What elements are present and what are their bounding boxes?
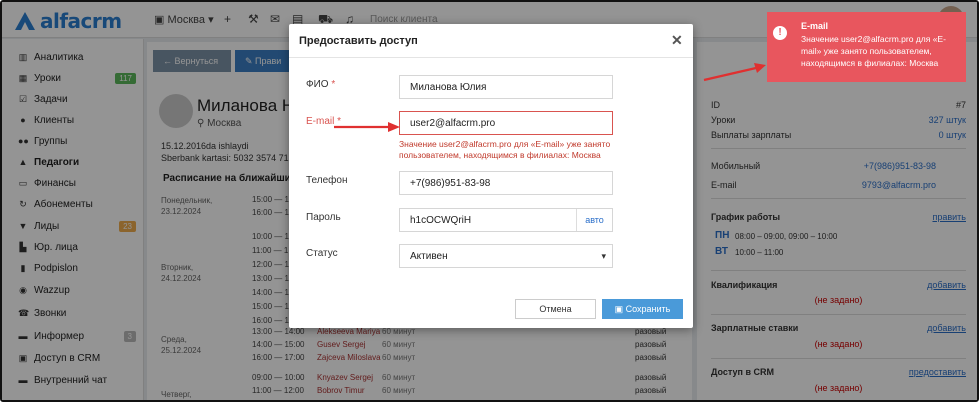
label-text: E-mail [306,116,335,127]
alert-icon: ! [773,26,787,40]
fio-input[interactable]: Миланова Юлия [399,75,613,99]
annotation-arrow-icon [334,122,400,132]
phone-label: Телефон [306,175,348,186]
label-text: ФИО [306,79,329,90]
password-value: h1cOCWQriH [410,214,472,226]
status-select[interactable]: Активен ▾ [399,244,613,268]
toast-title: E-mail [801,21,829,31]
password-label: Пароль [306,212,341,223]
grant-access-dialog: Предоставить доступ ✕ ФИО * Миланова Юли… [289,24,693,328]
status-value: Активен [410,250,448,262]
email-input[interactable]: user2@alfacrm.pro [399,111,613,135]
annotation-arrow-icon [703,63,766,82]
fio-label: ФИО * [306,79,335,90]
cancel-button[interactable]: Отмена [515,299,596,319]
dialog-title: Предоставить доступ [299,35,418,47]
phone-input[interactable]: +7(986)951-83-98 [399,171,613,195]
close-icon[interactable]: ✕ [671,32,683,49]
password-input[interactable]: h1cOCWQriH авто [399,208,613,232]
save-icon: ▣ [614,303,626,314]
required-mark: * [331,79,336,90]
email-error-message: Значение user2@alfacrm.pro для «E-mail» … [399,139,611,160]
error-toast[interactable]: ! E-mail Значение user2@alfacrm.pro для … [767,12,966,82]
status-label: Статус [306,248,338,259]
chevron-down-icon: ▾ [601,251,606,261]
save-button[interactable]: ▣ Сохранить [602,299,683,319]
divider [289,57,693,58]
toast-message: Значение user2@alfacrm.pro для «E-mail» … [801,34,946,68]
save-label: Сохранить [625,304,671,314]
auto-generate-button[interactable]: авто [576,209,612,231]
app-window: alfacrm ▣ Москва ▾ + ⚒ ✉ ▤ ⛟ ♫ Поиск кли… [0,0,979,402]
